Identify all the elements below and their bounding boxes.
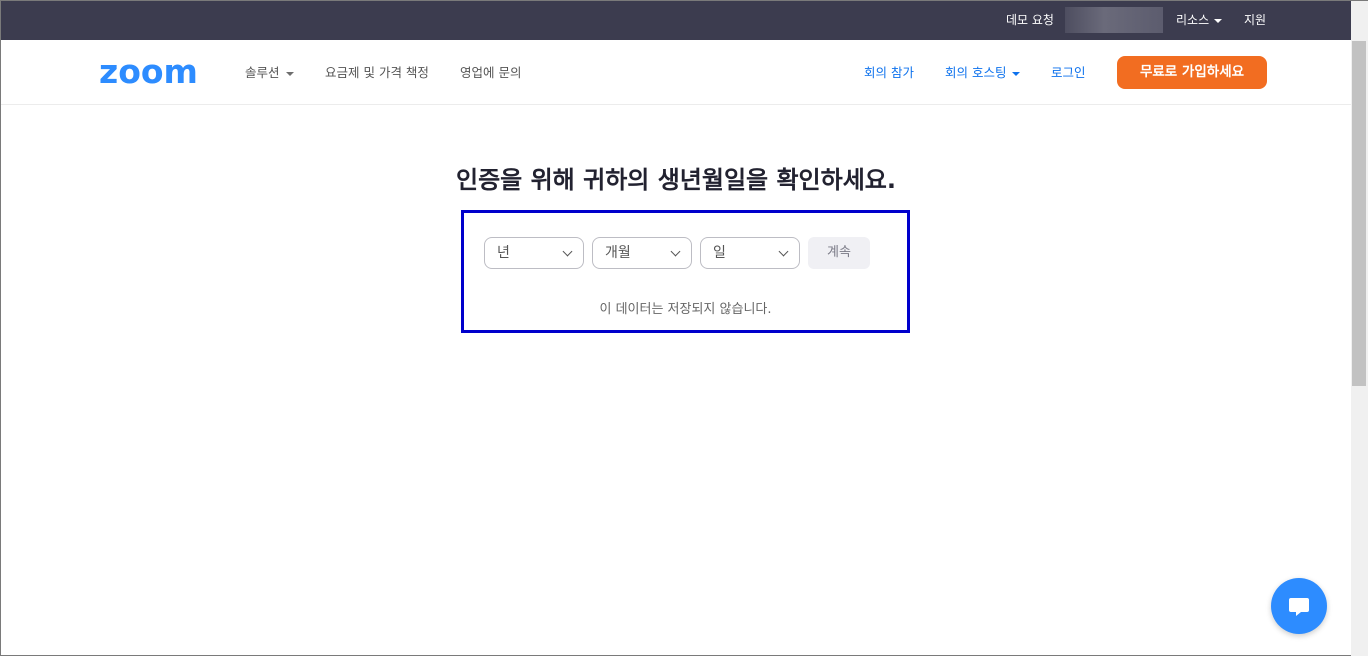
resources-menu[interactable]: 리소스 [1176, 13, 1223, 27]
chat-bubble-icon [1289, 598, 1309, 616]
solutions-menu[interactable]: 솔루션 [245, 65, 294, 80]
data-notice: 이 데이터는 저장되지 않습니다. [599, 302, 772, 317]
zoom-logo[interactable]: zoom [99, 55, 198, 89]
chevron-down-icon [562, 246, 573, 257]
host-meeting-label: 회의 호스팅 [945, 65, 1007, 80]
chat-button[interactable] [1271, 578, 1327, 634]
support-link[interactable]: 지원 [1244, 13, 1266, 27]
caret-down-icon [1214, 18, 1223, 23]
caret-down-icon [285, 71, 294, 76]
signup-button[interactable]: 무료로 가입하세요 [1117, 56, 1267, 89]
host-meeting-menu[interactable]: 회의 호스팅 [945, 65, 1021, 80]
contact-sales-link[interactable]: 영업에 문의 [460, 65, 521, 80]
main-nav: zoom 솔루션 요금제 및 가격 책정 영업에 문의 회의 참가 회의 호스팅… [1, 40, 1351, 105]
page-title: 인증을 위해 귀하의 생년월일을 확인하세요. [456, 166, 896, 194]
blurred-region [1065, 7, 1163, 33]
scrollbar-thumb[interactable] [1352, 41, 1366, 386]
year-select[interactable]: 년 [484, 237, 584, 269]
top-utility-bar: 데모 요청 리소스 지원 [1, 1, 1351, 40]
chevron-down-icon [670, 246, 681, 257]
page-scrollbar[interactable] [1351, 1, 1368, 656]
join-meeting-link[interactable]: 회의 참가 [864, 65, 914, 80]
month-select-label: 개월 [605, 245, 631, 261]
login-link[interactable]: 로그인 [1051, 65, 1086, 80]
continue-button[interactable]: 계속 [808, 237, 870, 269]
pricing-link[interactable]: 요금제 및 가격 책정 [325, 65, 429, 80]
solutions-label: 솔루션 [245, 65, 280, 80]
day-select-label: 일 [713, 245, 726, 261]
resources-label: 리소스 [1176, 13, 1210, 27]
day-select[interactable]: 일 [700, 237, 800, 269]
demo-request-link[interactable]: 데모 요청 [1006, 13, 1054, 27]
chevron-down-icon [778, 246, 789, 257]
caret-down-icon [1012, 71, 1021, 76]
month-select[interactable]: 개월 [592, 237, 692, 269]
year-select-label: 년 [497, 245, 510, 261]
